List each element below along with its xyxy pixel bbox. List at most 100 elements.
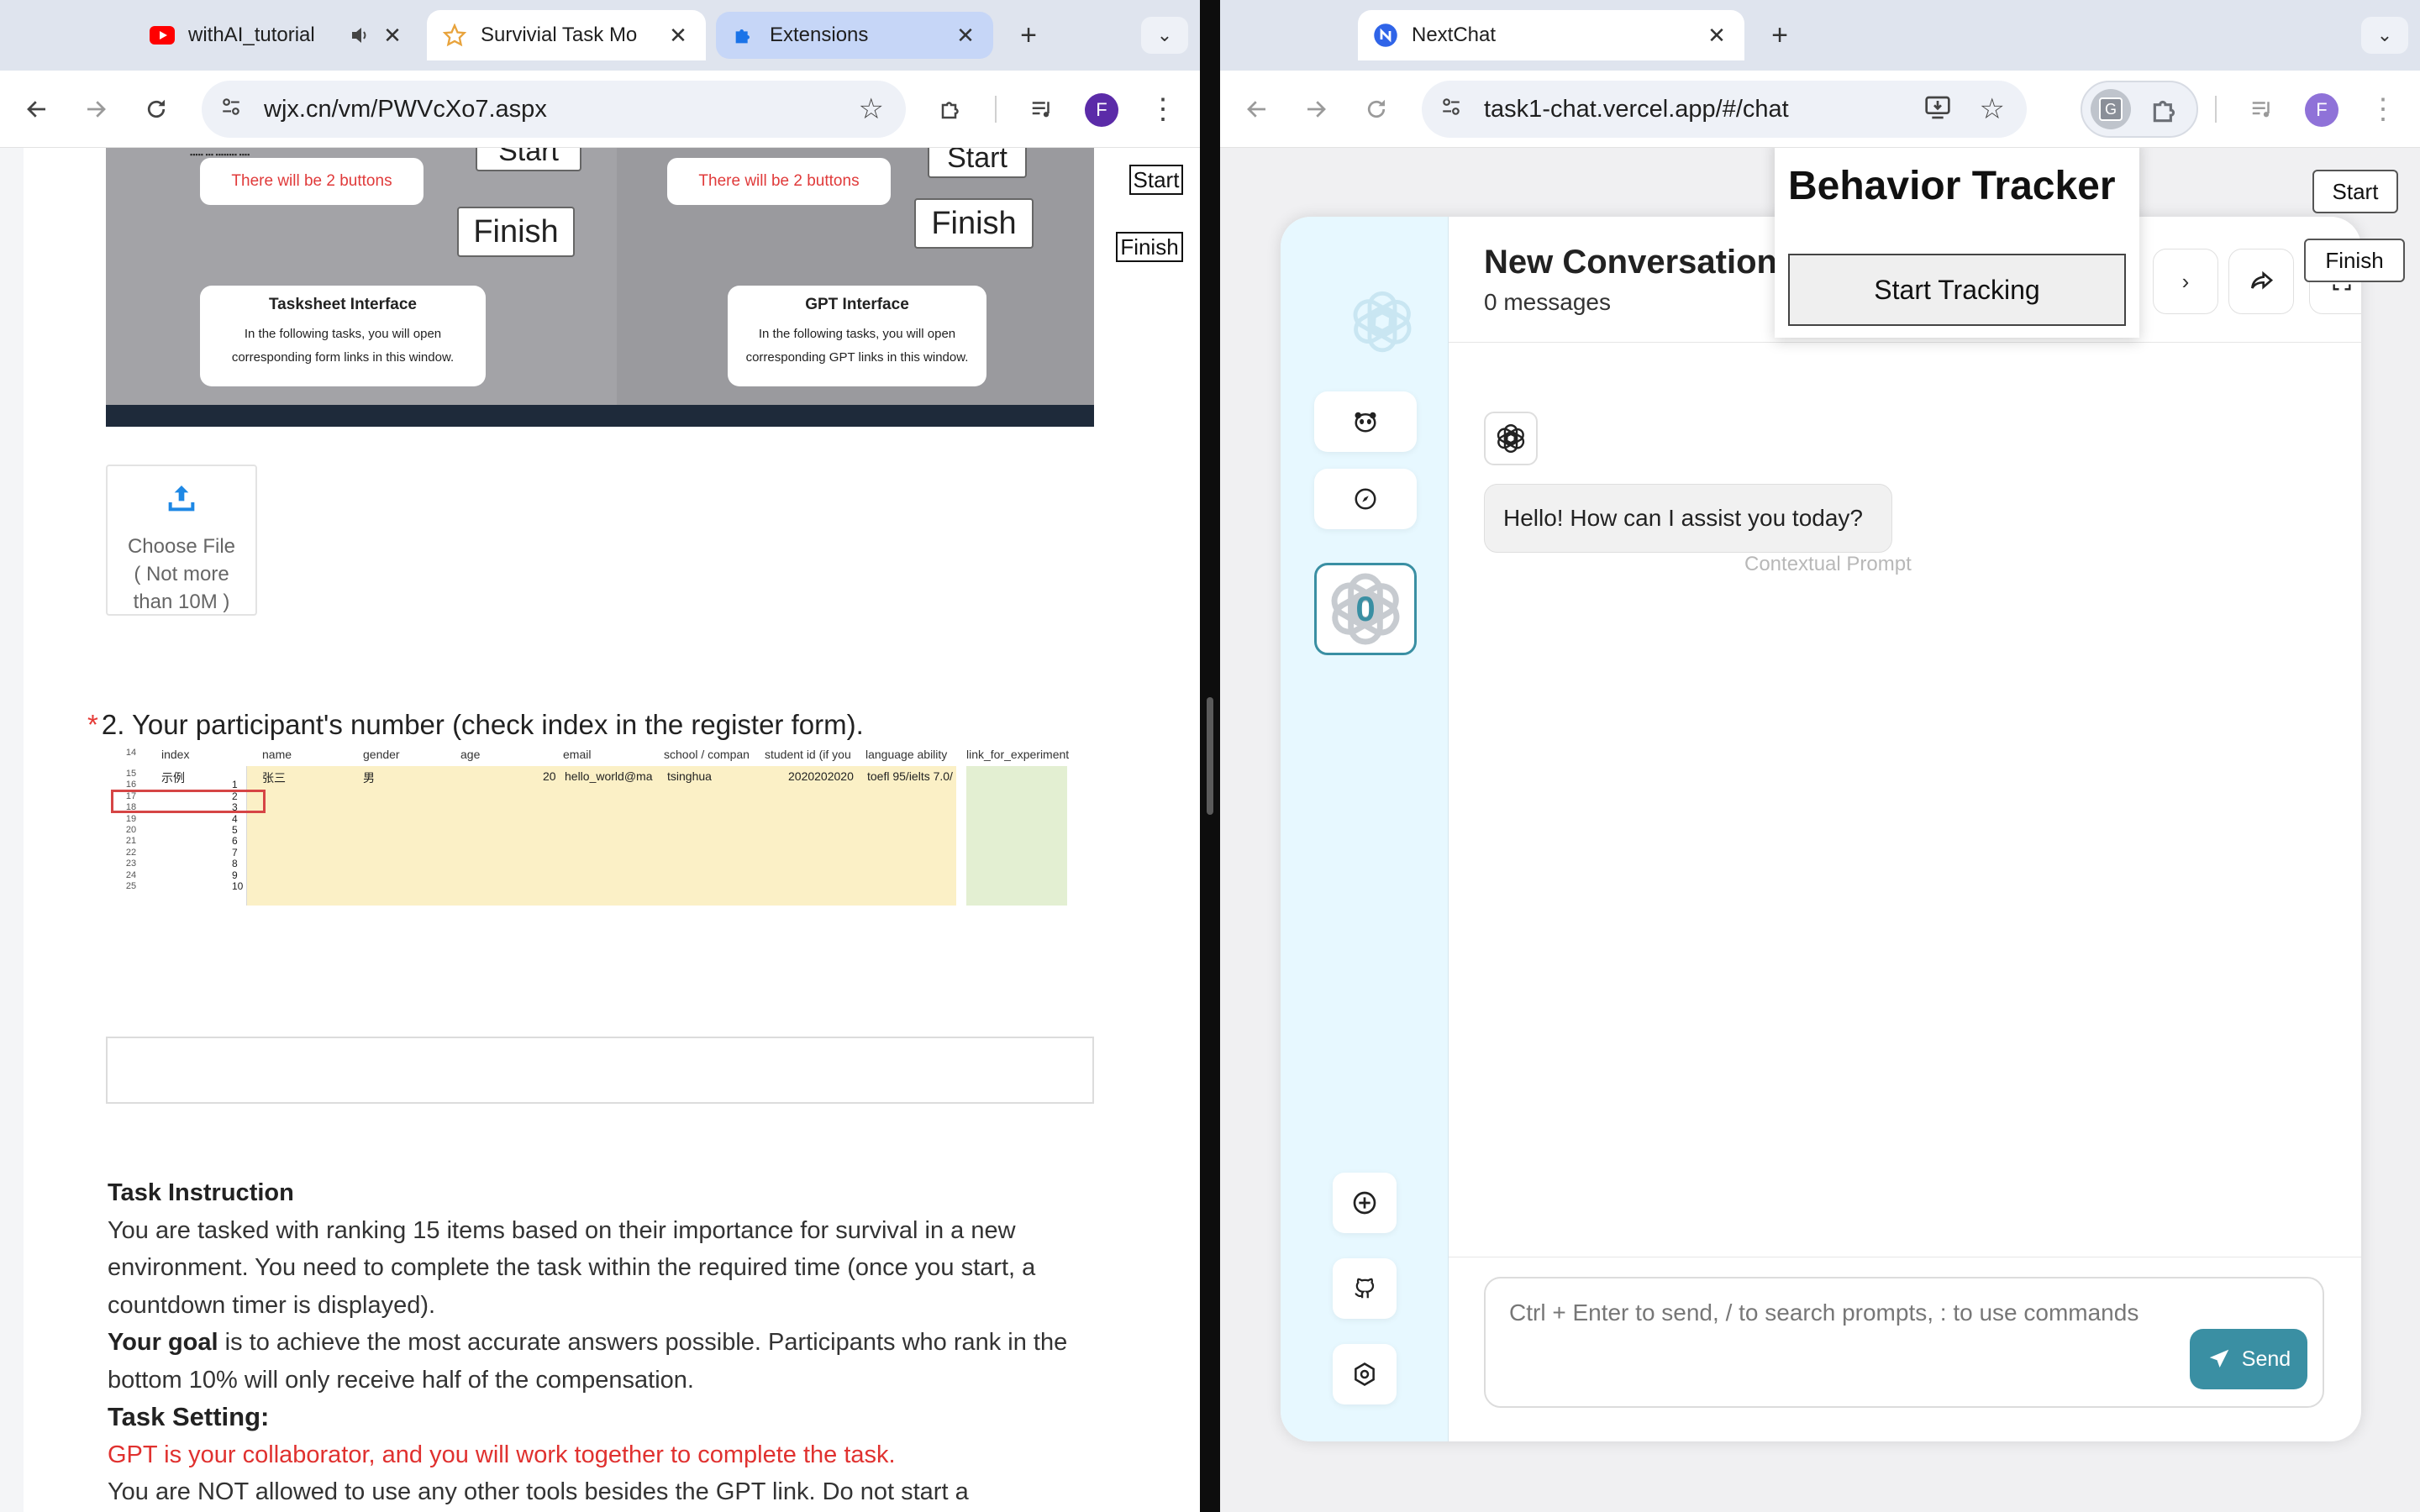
new-tab-button[interactable]: + [1763, 18, 1797, 52]
tab-youtube[interactable]: withAI_tutorial ✕ [134, 10, 420, 60]
sheet-cell: hello_world@ma [565, 769, 653, 783]
screenshot-note-left: There will be 2 buttons [200, 158, 424, 205]
compass-icon [1355, 488, 1376, 510]
question-2-text: 2. Your participant's number (check inde… [101, 709, 864, 740]
close-icon[interactable]: ✕ [1704, 23, 1729, 48]
participant-number-input[interactable] [106, 1037, 1094, 1104]
new-tab-button[interactable]: + [1012, 18, 1045, 52]
site-settings-icon[interactable] [220, 96, 254, 123]
side-finish-button[interactable]: Finish [1116, 232, 1183, 262]
forward-button[interactable] [1297, 91, 1334, 128]
bookmark-star-icon[interactable]: ☆ [1980, 92, 2005, 126]
github-button[interactable] [1333, 1258, 1397, 1319]
extensions-puzzle-icon[interactable] [933, 91, 970, 128]
share-button[interactable] [2228, 249, 2294, 314]
chat-session-item[interactable]: 0 [1314, 563, 1417, 655]
behavior-tracker-extension-button[interactable]: G [2091, 89, 2131, 129]
arrow-right-icon [87, 101, 106, 118]
sheet-col: link_for_experiment [966, 748, 1070, 761]
sheet-col: language ability [865, 748, 948, 761]
media-controls-icon[interactable] [2244, 91, 2281, 128]
tab-survey[interactable]: Survivial Task Mo ✕ [427, 10, 706, 60]
kebab-menu-icon[interactable]: ⋮ [1144, 91, 1181, 128]
profile-avatar[interactable]: F [2305, 93, 2338, 127]
right-browser-window: NextChat ✕ + ⌄ task1-chat.vercel.app/#/c… [1220, 0, 2420, 1512]
speaker-icon[interactable] [350, 23, 371, 48]
reload-button[interactable] [138, 91, 175, 128]
collaborator-notice: GPT is your collaborator, and you will w… [108, 1441, 896, 1468]
screenshot-note-right: There will be 2 buttons [667, 158, 891, 205]
selected-cell-highlight [111, 790, 266, 813]
bot-message-bubble: Hello! How can I assist you today? [1484, 484, 1892, 553]
new-chat-button[interactable] [1333, 1173, 1397, 1233]
edit-title-button[interactable]: › [2153, 249, 2218, 314]
side-start-button[interactable]: Start [2312, 170, 2398, 213]
install-app-icon[interactable] [1924, 95, 1951, 124]
send-button[interactable]: Send [2190, 1329, 2307, 1389]
chat-input-placeholder: Ctrl + Enter to send, / to search prompt… [1509, 1299, 2139, 1326]
side-finish-button[interactable]: Finish [2304, 239, 2405, 282]
sheet-cell: 2020202020 [788, 769, 854, 783]
back-button[interactable] [18, 91, 55, 128]
nextchat-icon [1373, 23, 1398, 48]
kebab-menu-icon[interactable]: ⋮ [2365, 91, 2402, 128]
gpt-card: GPT Interface In the following tasks, yo… [728, 286, 986, 386]
tab-search-button[interactable]: ⌄ [2361, 17, 2408, 54]
chatgpt-logo-icon [1497, 424, 1525, 453]
mask-button[interactable] [1314, 391, 1417, 452]
register-form-screenshot: index name gender age email school / com… [106, 746, 1094, 906]
close-icon[interactable]: ✕ [666, 23, 691, 48]
forward-button[interactable] [77, 91, 114, 128]
sheet-row-number: 14 [125, 748, 137, 758]
chat-input[interactable]: Ctrl + Enter to send, / to search prompt… [1484, 1277, 2324, 1408]
sheet-index-cell: 5 [232, 824, 238, 836]
gpt-line-1: In the following tasks, you will open [758, 327, 956, 341]
extension-badge: G [2099, 97, 2123, 121]
site-settings-icon[interactable] [1440, 96, 1474, 123]
split-view-divider[interactable] [1200, 0, 1220, 1512]
sheet-green-fill [966, 766, 1067, 906]
screenshot-finish-right: Finish [914, 198, 1034, 249]
gpt-line-2: corresponding GPT links in this window. [745, 350, 969, 365]
tasksheet-line-1: In the following tasks, you will open [244, 327, 442, 341]
instruction-paragraph-3: You are NOT allowed to use any other too… [108, 1478, 969, 1505]
sheet-index-cell: 9 [232, 869, 238, 881]
tab-title: withAI_tutorial [188, 24, 315, 46]
divider-grip[interactable] [1207, 697, 1213, 815]
sheet-row-number: 15 [125, 769, 137, 779]
tab-nextchat[interactable]: NextChat ✕ [1358, 10, 1744, 60]
sheet-row-number: 16 [125, 780, 137, 790]
tab-extensions[interactable]: Extensions ✕ [716, 12, 993, 59]
url-text: task1-chat.vercel.app/#/chat [1484, 95, 1789, 123]
goal-text: is to achieve the most accurate answers … [108, 1329, 1068, 1394]
goal-label: Your goal [108, 1329, 218, 1356]
toolbar-divider [995, 96, 997, 123]
media-controls-icon[interactable] [1023, 91, 1060, 128]
tab-search-button[interactable]: ⌄ [1141, 17, 1188, 54]
extension-group: G [2081, 81, 2198, 138]
survey-page: ▪▪▪▪▪ ▪▪▪ ▪▪▪▪▪▪▪▪ ▪▪▪▪ There will be 2 … [0, 148, 1200, 1512]
address-bar[interactable]: wjx.cn/vm/PWVcXo7.aspx ☆ [202, 81, 906, 138]
screenshot-start-left: Start [476, 148, 581, 171]
start-tracking-button[interactable]: Start Tracking [1788, 254, 2126, 326]
side-start-button[interactable]: Start [1129, 165, 1183, 195]
bot-avatar [1484, 412, 1538, 465]
choose-file-button[interactable]: Choose File ( Not more than 10M ) [106, 465, 257, 616]
tab-title: Survivial Task Mo [481, 24, 638, 46]
conversation-title[interactable]: New Conversation [1484, 244, 1777, 281]
bookmark-star-icon[interactable]: ☆ [859, 92, 884, 126]
sheet-col: gender [363, 748, 400, 761]
star-outline-icon [442, 23, 467, 48]
extensions-puzzle-icon[interactable] [2149, 94, 2181, 130]
sheet-row-number: 24 [125, 869, 137, 880]
close-icon[interactable]: ✕ [953, 23, 978, 48]
instruction-heading: Task Instruction [108, 1179, 294, 1206]
reload-button[interactable] [1358, 91, 1395, 128]
address-bar[interactable]: task1-chat.vercel.app/#/chat ☆ [1422, 81, 2027, 138]
close-icon[interactable]: ✕ [380, 23, 405, 48]
discovery-button[interactable] [1314, 469, 1417, 529]
back-button[interactable] [1239, 91, 1276, 128]
chat-container: 0 New Conversation 0 messages › Hello! H… [1281, 217, 2361, 1441]
profile-avatar[interactable]: F [1085, 93, 1118, 127]
settings-button[interactable] [1333, 1344, 1397, 1404]
